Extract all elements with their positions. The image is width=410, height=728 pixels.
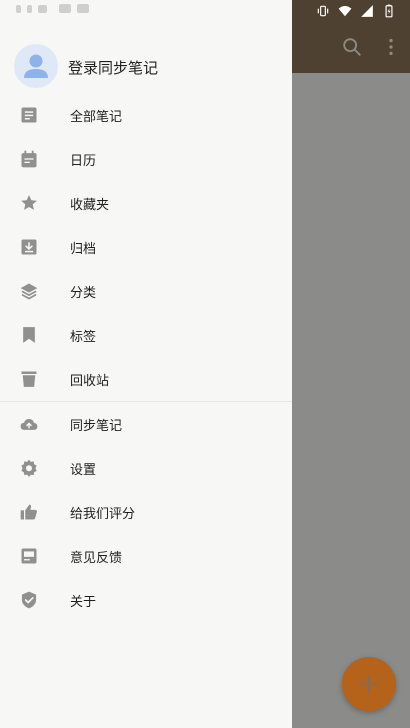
battery-icon [385, 4, 393, 18]
menu-item-categories[interactable]: 分类 [0, 269, 292, 313]
menu-item-trash[interactable]: 回收站 [0, 357, 292, 401]
menu-item-label: 关于 [70, 595, 97, 610]
notification-icon [27, 4, 32, 13]
shield-icon [21, 591, 37, 609]
menu-item-tags[interactable]: 标签 [0, 313, 292, 357]
plus-icon [360, 675, 378, 693]
menu-item-label: 全部笔记 [70, 110, 123, 125]
menu-item-sync-notes[interactable]: 同步笔记 [0, 402, 292, 446]
notification-icon [77, 4, 89, 13]
menu-item-label: 归档 [70, 242, 97, 257]
menu-item-settings[interactable]: 设置 [0, 446, 292, 490]
status-icons [316, 4, 396, 18]
feedback-icon [21, 548, 37, 564]
search-icon[interactable] [341, 36, 363, 58]
notes-icon [21, 107, 37, 123]
menu-item-favorites[interactable]: 收藏夹 [0, 181, 292, 225]
menu-item-label: 同步笔记 [70, 419, 123, 434]
more-options-icon[interactable] [380, 36, 402, 58]
vibrate-icon [317, 5, 329, 17]
status-bar [0, 0, 410, 22]
menu-item-about[interactable]: 关于 [0, 578, 292, 622]
notification-icon [16, 4, 21, 13]
menu-item-label: 给我们评分 [70, 507, 136, 522]
thumb-up-icon [20, 504, 37, 520]
archive-icon [21, 239, 37, 255]
menu-item-label: 意见反馈 [70, 551, 123, 566]
login-sync-title[interactable]: 登录同步笔记 [68, 57, 158, 78]
layers-icon [20, 283, 38, 300]
signal-icon [361, 5, 373, 17]
menu-item-feedback[interactable]: 意见反馈 [0, 534, 292, 578]
avatar[interactable] [14, 44, 58, 88]
drawer-header[interactable]: 登录同步笔记 [0, 44, 292, 90]
navigation-drawer: 登录同步笔记 全部笔记 日历 收藏夹 归档 分类 标签 回收站 同步笔记 设置 … [0, 0, 292, 728]
notification-icon [59, 4, 71, 13]
add-note-fab[interactable] [342, 657, 396, 711]
menu-item-label: 收藏夹 [70, 198, 110, 213]
menu-item-all-notes[interactable]: 全部笔记 [0, 93, 292, 137]
menu-item-label: 设置 [70, 463, 97, 478]
menu-item-label: 标签 [70, 330, 97, 345]
drawer-menu: 全部笔记 日历 收藏夹 归档 分类 标签 回收站 同步笔记 设置 给我们评分 意… [0, 93, 292, 622]
trash-icon [21, 371, 37, 387]
menu-item-archive[interactable]: 归档 [0, 225, 292, 269]
notification-icon [38, 4, 47, 13]
menu-item-label: 日历 [70, 154, 97, 169]
bookmark-icon [23, 327, 35, 343]
menu-item-rate-us[interactable]: 给我们评分 [0, 490, 292, 534]
settings-icon [21, 459, 37, 477]
cloud-upload-icon [20, 419, 38, 430]
menu-item-calendar[interactable]: 日历 [0, 137, 292, 181]
menu-item-label: 回收站 [70, 374, 110, 389]
calendar-icon [21, 150, 37, 168]
star-icon [21, 195, 37, 210]
status-notifications [16, 4, 89, 13]
menu-item-label: 分类 [70, 286, 97, 301]
user-icon [24, 54, 48, 78]
wifi-icon [338, 6, 352, 17]
